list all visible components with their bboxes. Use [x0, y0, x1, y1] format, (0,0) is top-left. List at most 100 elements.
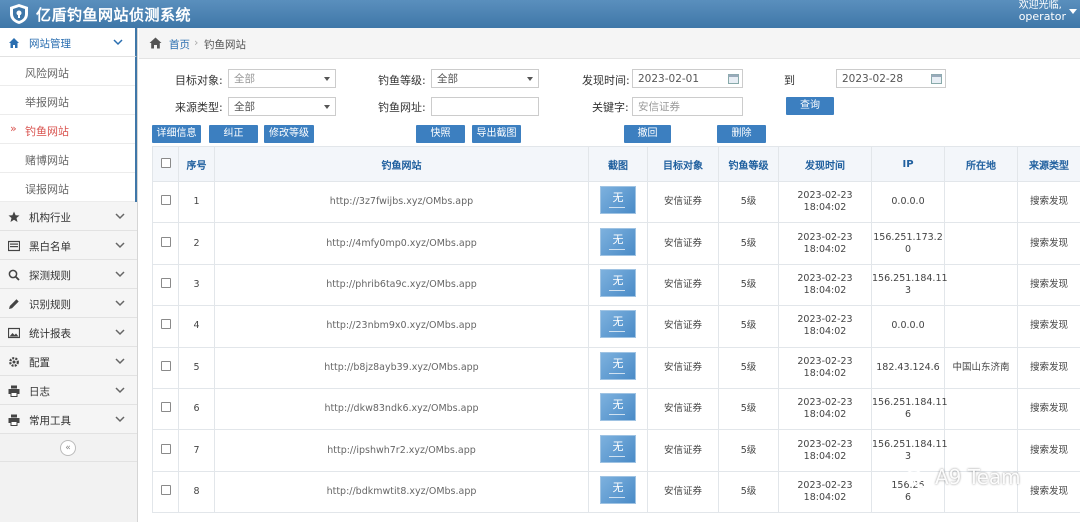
row-checkbox[interactable]	[160, 484, 171, 495]
found-time-label: 发现时间:	[582, 74, 630, 87]
level-cell: 5级	[718, 387, 779, 431]
select-all-checkbox[interactable]	[160, 157, 171, 168]
ip-cell: 156.251.173.2 0	[871, 222, 945, 265]
change-level-button[interactable]: 修改等级	[264, 125, 314, 143]
location-cell	[944, 305, 1018, 348]
column-header[interactable]: 钓鱼网站	[214, 146, 589, 182]
table-row[interactable]: 6 http://dkw83ndk6.xyz/OMbs.app 无 安信证券 5级 202…	[152, 387, 1080, 431]
sidebar-item-false-positive-sites[interactable]: 误报网站	[0, 173, 135, 202]
screenshot-thumbnail[interactable]: 无	[600, 186, 636, 215]
found-from-date-input[interactable]: 2023-02-01	[632, 69, 743, 88]
sidebar-item-gambling-sites[interactable]: 赌博网站	[0, 144, 135, 173]
site-url[interactable]: http://dkw83ndk6.xyz/OMbs.app	[214, 387, 589, 431]
row-select-cell	[152, 387, 179, 431]
table-row[interactable]: 3 http://phrib6ta9c.xyz/OMbs.app 无 安信证券 5级 20…	[152, 263, 1080, 307]
sidebar-group-config[interactable]: 配置	[0, 347, 137, 376]
sidebar-item-label: 误报网站	[25, 183, 69, 196]
screenshot-thumbnail[interactable]: 无	[600, 227, 636, 256]
correct-button[interactable]: 纠正	[209, 125, 258, 143]
breadcrumb-home-link[interactable]: 首页	[169, 37, 190, 52]
found-to-date-input[interactable]: 2023-02-28	[836, 69, 946, 88]
revert-button[interactable]: 撤回	[624, 125, 671, 143]
calendar-icon[interactable]	[931, 73, 942, 84]
target-cell: 安信证券	[647, 470, 719, 514]
column-header[interactable]: 钓鱼等级	[718, 146, 779, 182]
row-checkbox[interactable]	[160, 402, 171, 413]
source-cell: 搜索发现	[1017, 263, 1080, 307]
keyword-input[interactable]: 安信证券	[632, 97, 743, 116]
sidebar-group-label: 统计报表	[29, 328, 71, 340]
query-button[interactable]: 查询	[786, 97, 834, 115]
sidebar-group-blacklist[interactable]: 黑白名单	[0, 231, 137, 260]
select-all-cell	[152, 146, 179, 182]
row-checkbox[interactable]	[160, 360, 171, 371]
sidebar-group-site-management[interactable]: 网站管理	[0, 28, 137, 57]
source-select[interactable]: 全部	[228, 97, 336, 116]
sidebar-group-industry[interactable]: 机构行业	[0, 202, 137, 231]
chevron-down-icon	[115, 271, 125, 278]
site-url[interactable]: http://3z7fwijbs.xyz/OMbs.app	[214, 180, 589, 224]
sidebar-group-reports[interactable]: 统计报表	[0, 318, 137, 347]
level-cell: 5级	[718, 346, 779, 389]
export-screenshot-button[interactable]: 导出截图	[472, 125, 521, 143]
sidebar-item-risk-sites[interactable]: 风险网站	[0, 57, 135, 86]
column-header[interactable]: IP	[871, 146, 945, 182]
user-menu[interactable]: 欢迎光临, operator	[1019, 0, 1066, 23]
site-url[interactable]: http://bdkmwtit8.xyz/OMbs.app	[214, 470, 589, 514]
screenshot-thumbnail[interactable]: 无	[600, 268, 636, 297]
sidebar-group-recognition-rules[interactable]: 识别规则	[0, 289, 137, 318]
site-url[interactable]: http://phrib6ta9c.xyz/OMbs.app	[214, 263, 589, 307]
site-url[interactable]: http://ipshwh7r2.xyz/OMbs.app	[214, 429, 589, 472]
site-url[interactable]: http://23nbm9x0.xyz/OMbs.app	[214, 305, 589, 348]
sidebar-item-phishing-sites[interactable]: » 钓鱼网站	[0, 115, 135, 144]
sidebar-item-label: 风险网站	[25, 67, 69, 80]
site-url[interactable]: http://b8jz8ayb39.xyz/OMbs.app	[214, 346, 589, 389]
column-header[interactable]: 发现时间	[778, 146, 872, 182]
target-cell: 安信证券	[647, 180, 719, 224]
screenshot-thumbnail[interactable]: 无	[600, 393, 636, 422]
table-header-row: 序号 钓鱼网站 截图 目标对象 钓鱼等级 发现时间 IP 所在地 来源类型	[152, 146, 1080, 182]
screenshot-thumbnail[interactable]: 无	[600, 475, 636, 504]
sidebar-item-reported-sites[interactable]: 举报网站	[0, 86, 135, 115]
found-time-cell: 2023-02-23 18:04:02	[778, 346, 872, 389]
row-checkbox[interactable]	[160, 319, 171, 330]
collapse-sidebar-button[interactable]: «	[60, 440, 76, 456]
row-checkbox[interactable]	[160, 195, 171, 206]
detail-button[interactable]: 详细信息	[152, 125, 201, 143]
row-checkbox[interactable]	[160, 236, 171, 247]
sidebar-group-logs[interactable]: 日志	[0, 376, 137, 405]
calendar-icon[interactable]	[728, 73, 739, 84]
url-input[interactable]	[431, 97, 539, 116]
target-cell: 安信证券	[647, 346, 719, 389]
sidebar-group-detect-rules[interactable]: 探测规则	[0, 260, 137, 289]
screenshot-thumbnail[interactable]: 无	[600, 310, 636, 339]
user-dropdown-caret-icon[interactable]	[1069, 9, 1077, 14]
site-url[interactable]: http://4mfy0mp0.xyz/OMbs.app	[214, 222, 589, 265]
row-checkbox[interactable]	[160, 277, 171, 288]
sidebar-group-tools[interactable]: 常用工具	[0, 405, 137, 434]
location-cell	[944, 263, 1018, 307]
column-header[interactable]: 序号	[178, 146, 215, 182]
level-select[interactable]: 全部	[431, 69, 539, 88]
column-header[interactable]: 来源类型	[1017, 146, 1080, 182]
column-header[interactable]: 所在地	[944, 146, 1018, 182]
delete-button[interactable]: 删除	[717, 125, 766, 143]
table-row[interactable]: 4 http://23nbm9x0.xyz/OMbs.app 无 安信证券 5级 2023…	[152, 305, 1080, 348]
table-row[interactable]: 1 http://3z7fwijbs.xyz/OMbs.app 无 安信证券 5级 202…	[152, 180, 1080, 224]
target-select[interactable]: 全部	[228, 69, 336, 88]
column-header[interactable]: 截图	[588, 146, 648, 182]
breadcrumb-current: 钓鱼网站	[204, 39, 246, 51]
location-cell	[944, 180, 1018, 224]
screenshot-thumbnail[interactable]: 无	[600, 434, 636, 463]
sidebar-group-label: 配置	[29, 357, 50, 369]
table-row[interactable]: 2 http://4mfy0mp0.xyz/OMbs.app 无 安信证券 5级 2023…	[152, 222, 1080, 265]
target-label: 目标对象:	[175, 74, 223, 87]
row-checkbox[interactable]	[160, 443, 171, 454]
screenshot-thumbnail[interactable]: 无	[600, 351, 636, 380]
thumbnail-text: 无	[612, 232, 624, 246]
thumbnail-text: 无	[612, 439, 624, 453]
watermark-text: A9 Team	[935, 465, 1021, 489]
table-row[interactable]: 5 http://b8jz8ayb39.xyz/OMbs.app 无 安信证券 5级 20…	[152, 346, 1080, 389]
snapshot-button[interactable]: 快照	[416, 125, 465, 143]
column-header[interactable]: 目标对象	[647, 146, 719, 182]
